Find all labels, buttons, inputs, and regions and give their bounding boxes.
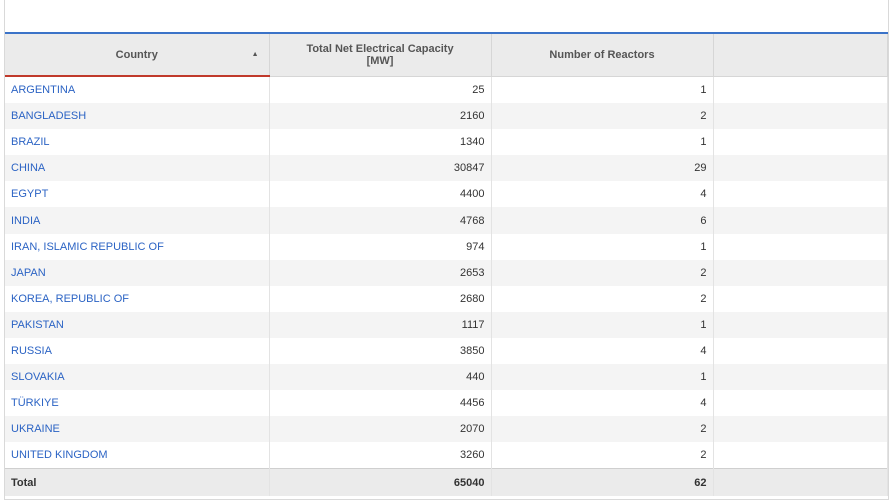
country-link[interactable]: RUSSIA: [5, 337, 270, 365]
capacity-cell: 30847: [269, 155, 492, 182]
extra-cell: [713, 181, 888, 208]
reactors-cell: 4: [491, 390, 714, 417]
country-link[interactable]: UNITED KINGDOM: [5, 442, 270, 469]
extra-cell: [713, 416, 888, 443]
reactors-cell: 29: [491, 155, 714, 182]
extra-cell: [713, 103, 888, 130]
country-link[interactable]: IRAN, ISLAMIC REPUBLIC OF: [5, 233, 270, 260]
capacity-cell: 1117: [269, 311, 492, 338]
total-extra-cell: [713, 468, 888, 497]
reactors-cell: 2: [491, 416, 714, 443]
table-row: ARGENTINA 25 1: [5, 76, 888, 104]
table-row: KOREA, REPUBLIC OF 2680 2: [5, 285, 888, 312]
sort-ascending-icon[interactable]: ▲: [252, 51, 259, 58]
reactors-table: Country ▲ Total Net Electrical Capacity …: [5, 34, 888, 497]
reactors-cell: 2: [491, 103, 714, 130]
country-link[interactable]: JAPAN: [5, 259, 270, 286]
table-row: BRAZIL 1340 1: [5, 129, 888, 156]
reactors-cell: 6: [491, 207, 714, 234]
column-header-reactors-label: Number of Reactors: [549, 48, 655, 61]
table-row: TÜRKIYE 4456 4: [5, 390, 888, 417]
table-row: IRAN, ISLAMIC REPUBLIC OF 974 1: [5, 233, 888, 260]
capacity-cell: 2070: [269, 416, 492, 443]
capacity-cell: 440: [269, 364, 492, 391]
reactors-cell: 1: [491, 311, 714, 338]
table-body: ARGENTINA 25 1 BANGLADESH 2160 2 BRAZIL 1340 1 CH…: [5, 76, 888, 469]
country-link[interactable]: PAKISTAN: [5, 311, 270, 338]
extra-cell: [713, 311, 888, 338]
column-header-country-label: Country: [115, 48, 158, 61]
country-link[interactable]: BRAZIL: [5, 129, 270, 156]
reactors-cell: 2: [491, 285, 714, 312]
table-row: BANGLADESH 2160 2: [5, 103, 888, 130]
capacity-cell: 3850: [269, 337, 492, 365]
table-row: UNITED KINGDOM 3260 2: [5, 442, 888, 469]
extra-cell: [713, 442, 888, 469]
country-link[interactable]: ARGENTINA: [5, 76, 270, 104]
reactors-cell: 1: [491, 233, 714, 260]
reactors-cell: 4: [491, 337, 714, 365]
reactors-cell: 2: [491, 442, 714, 469]
table-row: CHINA 30847 29: [5, 155, 888, 182]
country-link[interactable]: KOREA, REPUBLIC OF: [5, 285, 270, 312]
reactors-cell: 4: [491, 181, 714, 208]
extra-cell: [713, 285, 888, 312]
column-header-capacity[interactable]: Total Net Electrical Capacity [MW]: [269, 34, 492, 77]
table-row: SLOVAKIA 440 1: [5, 364, 888, 391]
country-link[interactable]: CHINA: [5, 155, 270, 182]
total-capacity: 65040: [269, 468, 492, 497]
reactors-cell: 1: [491, 129, 714, 156]
extra-cell: [713, 155, 888, 182]
country-link[interactable]: TÜRKIYE: [5, 390, 270, 417]
total-row: Total 65040 62: [5, 468, 888, 497]
capacity-cell: 2653: [269, 259, 492, 286]
extra-cell: [713, 259, 888, 286]
table-row: RUSSIA 3850 4: [5, 337, 888, 365]
table-row: EGYPT 4400 4: [5, 181, 888, 208]
column-header-reactors[interactable]: Number of Reactors: [491, 34, 714, 77]
toolbar-area: [5, 0, 888, 34]
country-link[interactable]: UKRAINE: [5, 416, 270, 443]
capacity-cell: 2160: [269, 103, 492, 130]
extra-cell: [713, 390, 888, 417]
extra-cell: [713, 207, 888, 234]
capacity-cell: 1340: [269, 129, 492, 156]
capacity-cell: 974: [269, 233, 492, 260]
country-link[interactable]: SLOVAKIA: [5, 364, 270, 391]
reactors-cell: 2: [491, 259, 714, 286]
capacity-cell: 4768: [269, 207, 492, 234]
country-link[interactable]: EGYPT: [5, 181, 270, 208]
table-row: JAPAN 2653 2: [5, 259, 888, 286]
extra-cell: [713, 337, 888, 365]
table-container: Country ▲ Total Net Electrical Capacity …: [4, 0, 889, 500]
reactors-cell: 1: [491, 364, 714, 391]
table-row: UKRAINE 2070 2: [5, 416, 888, 443]
extra-cell: [713, 233, 888, 260]
column-header-country[interactable]: Country ▲: [5, 34, 270, 77]
header-row: Country ▲ Total Net Electrical Capacity …: [5, 34, 888, 77]
table-row: PAKISTAN 1117 1: [5, 311, 888, 338]
column-header-extra: [713, 34, 888, 77]
extra-cell: [713, 129, 888, 156]
reactors-cell: 1: [491, 76, 714, 104]
capacity-cell: 2680: [269, 285, 492, 312]
table-row: INDIA 4768 6: [5, 207, 888, 234]
total-label: Total: [5, 468, 270, 497]
country-link[interactable]: INDIA: [5, 207, 270, 234]
extra-cell: [713, 364, 888, 391]
capacity-cell: 4400: [269, 181, 492, 208]
capacity-cell: 25: [269, 76, 492, 104]
country-link[interactable]: BANGLADESH: [5, 103, 270, 130]
column-header-capacity-label: Total Net Electrical Capacity [MW]: [306, 42, 454, 67]
capacity-cell: 4456: [269, 390, 492, 417]
extra-cell: [713, 76, 888, 104]
capacity-cell: 3260: [269, 442, 492, 469]
total-reactors: 62: [491, 468, 714, 497]
